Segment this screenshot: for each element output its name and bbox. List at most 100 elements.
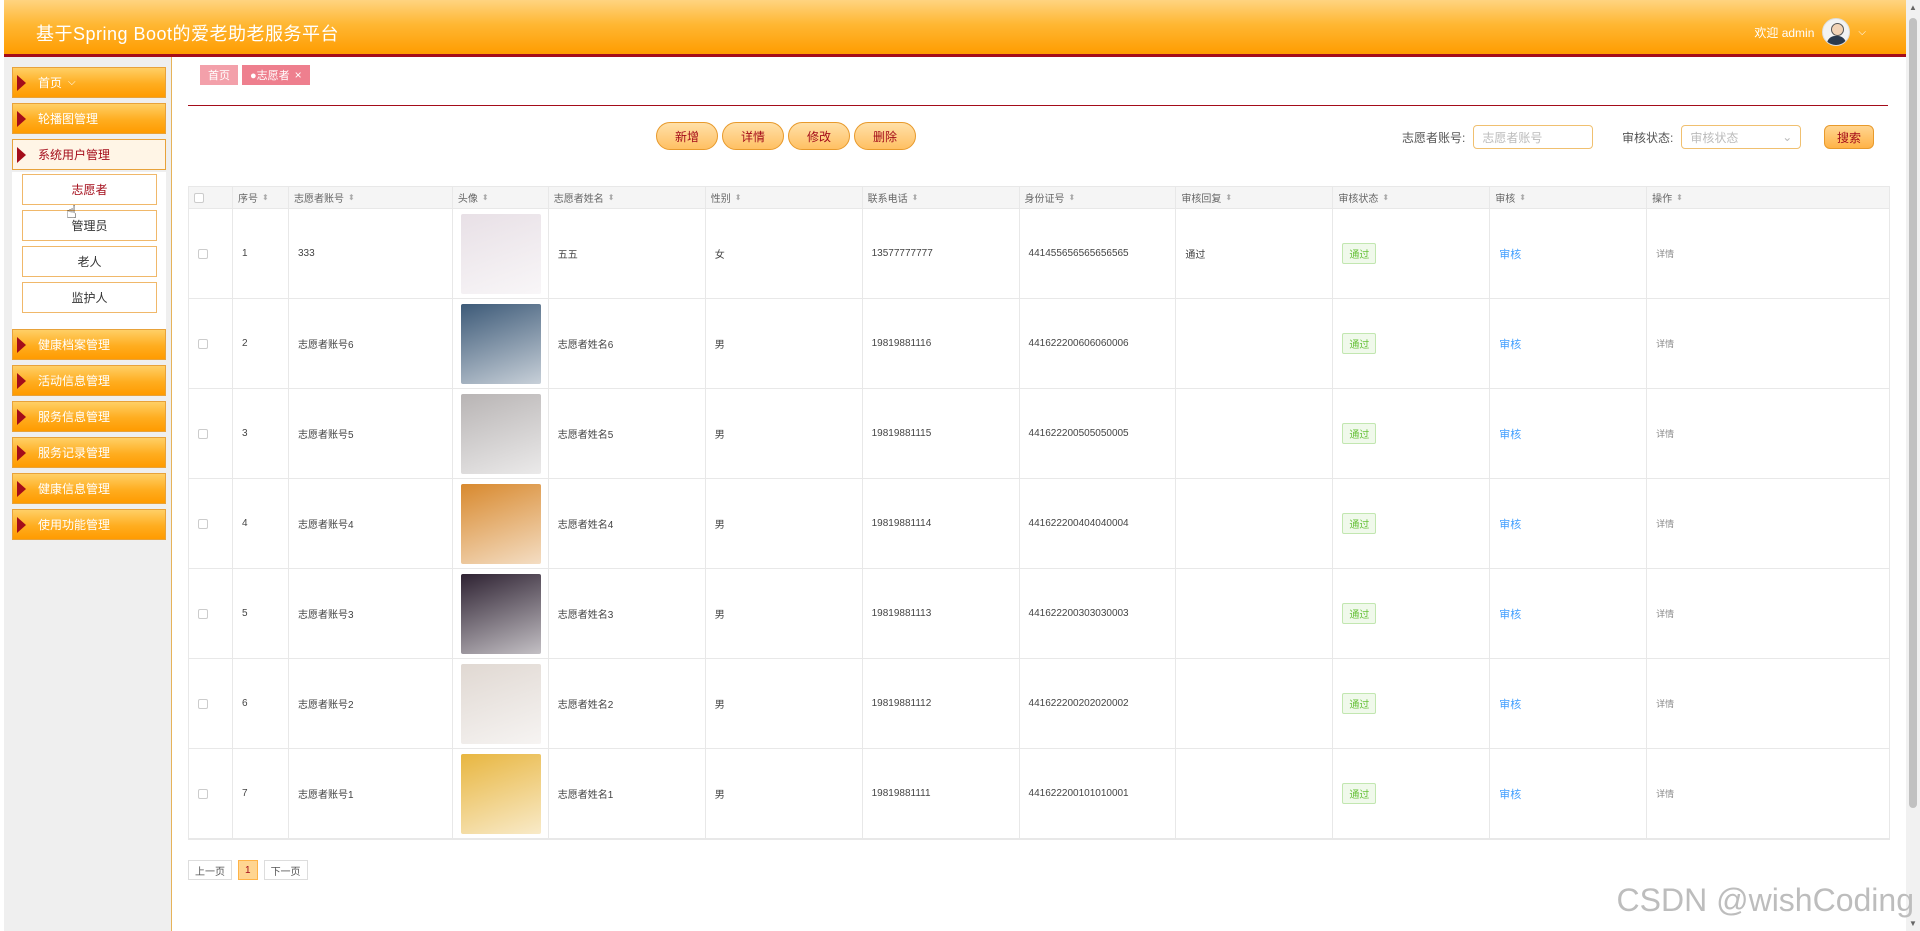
review-link[interactable]: 审核 [1499, 786, 1521, 802]
table-cell: 审核 [1490, 479, 1648, 568]
account-search-input[interactable]: 志愿者账号 [1473, 125, 1594, 149]
row-checkbox[interactable] [198, 608, 208, 619]
table-row[interactable]: 2 志愿者账号6 志愿者姓名6 男 19819881116 441622200606060… [189, 299, 1889, 389]
cell-text: 志愿者姓名2 [557, 700, 614, 711]
chevron-down-icon[interactable]: ⌵ [1858, 27, 1866, 38]
search-button[interactable]: 搜索 [1824, 125, 1874, 149]
review-link[interactable]: 审核 [1499, 426, 1521, 442]
cell-text: 男 [714, 610, 725, 621]
column-header[interactable]: 审核回复 ⬍ [1176, 187, 1334, 208]
vertical-scrollbar[interactable]: ▲ ▼ [1906, 0, 1920, 931]
status-badge: 通过 [1342, 333, 1377, 354]
submenu-item-guardian[interactable]: 监护人 [22, 282, 157, 313]
table-cell [189, 659, 233, 748]
table-cell: 441622200202020002 [1020, 659, 1177, 748]
scroll-down-icon[interactable]: ▼ [1909, 919, 1917, 928]
tab-home[interactable]: 首页 [200, 65, 238, 85]
add-button[interactable]: 新增 [656, 122, 718, 150]
sidebar-item-service-records[interactable]: 服务记录管理 [12, 437, 166, 468]
row-checkbox[interactable] [198, 788, 208, 799]
table-cell: 4 [233, 479, 289, 568]
sidebar-item-system-users[interactable]: 系统用户管理 [12, 139, 166, 170]
review-link[interactable]: 审核 [1499, 246, 1521, 262]
cell-text: 4 [241, 518, 248, 529]
submenu-item-volunteer[interactable]: 志愿者 [22, 174, 157, 205]
pagination: 上一页 1 下一页 [188, 860, 308, 880]
sidebar-item-health-records[interactable]: 健康档案管理 [12, 329, 166, 360]
mouse-cursor-icon: ☝ [66, 202, 77, 222]
column-header[interactable]: 志愿者账号 ⬍ [289, 187, 453, 208]
column-header[interactable]: 序号 ⬍ [233, 187, 289, 208]
avatar[interactable] [1822, 18, 1851, 46]
detail-button[interactable]: 详情 [722, 122, 784, 150]
avatar-image [460, 483, 541, 564]
table-cell: 男 [706, 749, 863, 838]
row-checkbox[interactable] [198, 338, 208, 349]
detail-link[interactable]: 详情 [1656, 697, 1674, 710]
column-header[interactable]: 身份证号 ⬍ [1020, 187, 1177, 208]
next-page-button[interactable]: 下一页 [263, 860, 308, 880]
sidebar-item-activities[interactable]: 活动信息管理 [12, 365, 166, 396]
sidebar-item-carousel[interactable]: 轮播图管理 [12, 103, 166, 134]
detail-link[interactable]: 详情 [1656, 787, 1674, 800]
status-select[interactable]: 审核状态 ⌄ [1681, 125, 1802, 149]
detail-link[interactable]: 详情 [1656, 337, 1674, 350]
row-checkbox[interactable] [198, 248, 208, 259]
submenu-item-elderly[interactable]: 老人 [22, 246, 157, 277]
table-cell: 441622200303030003 [1020, 569, 1177, 658]
table-cell: 志愿者姓名3 [549, 569, 706, 658]
page-number-button[interactable]: 1 [238, 860, 258, 880]
row-checkbox[interactable] [198, 518, 208, 529]
sort-icon: ⬍ [261, 193, 269, 202]
review-link[interactable]: 审核 [1499, 696, 1521, 712]
chevron-down-icon: ⌵ [68, 77, 76, 88]
tab-volunteer[interactable]: ●志愿者 × [242, 65, 310, 85]
cell-text: 男 [714, 340, 725, 351]
row-checkbox[interactable] [198, 428, 208, 439]
table-row[interactable]: 4 志愿者账号4 志愿者姓名4 男 19819881114 441622200404040… [189, 479, 1889, 569]
cell-text: 441622200202020002 [1028, 698, 1129, 709]
sidebar-item-health-info[interactable]: 健康信息管理 [12, 473, 166, 504]
table-row[interactable]: 6 志愿者账号2 志愿者姓名2 男 19819881112 441622200202020… [189, 659, 1889, 749]
prev-page-button[interactable]: 上一页 [188, 860, 232, 880]
table-row[interactable]: 7 志愿者账号1 志愿者姓名1 男 19819881111 441622200101010… [189, 749, 1889, 839]
table-cell: 审核 [1490, 299, 1648, 388]
review-link[interactable]: 审核 [1499, 336, 1521, 352]
cell-text: 19819881113 [871, 608, 932, 619]
column-header[interactable]: 志愿者姓名 ⬍ [549, 187, 706, 208]
cell-text: 志愿者姓名3 [557, 610, 614, 621]
table-row[interactable]: 5 志愿者账号3 志愿者姓名3 男 19819881113 441622200303030… [189, 569, 1889, 659]
review-link[interactable]: 审核 [1499, 516, 1521, 532]
detail-link[interactable]: 详情 [1656, 517, 1674, 530]
cell-text: 441622200101010001 [1028, 788, 1129, 799]
sidebar-item-services[interactable]: 服务信息管理 [12, 401, 166, 432]
close-icon[interactable]: × [295, 68, 302, 82]
scrollbar-thumb[interactable] [1909, 18, 1917, 808]
column-header[interactable]: 审核 ⬍ [1490, 187, 1648, 208]
submenu-item-admin[interactable]: 管理员 [22, 210, 157, 241]
select-all-checkbox[interactable] [194, 192, 204, 203]
table-cell [453, 569, 549, 658]
sort-icon: ⬍ [347, 193, 355, 202]
scroll-up-icon[interactable]: ▲ [1909, 3, 1917, 12]
table-row[interactable]: 3 志愿者账号5 志愿者姓名5 男 19819881115 441622200505050… [189, 389, 1889, 479]
column-header[interactable]: 审核状态 ⬍ [1333, 187, 1491, 208]
delete-button[interactable]: 删除 [854, 122, 916, 150]
review-link[interactable]: 审核 [1499, 606, 1521, 622]
edit-button[interactable]: 修改 [788, 122, 850, 150]
sidebar-item-functions[interactable]: 使用功能管理 [12, 509, 166, 540]
column-header[interactable]: 联系电话 ⬍ [863, 187, 1020, 208]
table-row[interactable]: 1 333 五五 女 13577777777 441455656565656565 通过 通过… [189, 209, 1889, 299]
detail-link[interactable]: 详情 [1656, 427, 1674, 440]
column-header[interactable]: 操作 ⬍ [1647, 187, 1889, 208]
user-menu[interactable]: 欢迎 admin ⌵ [1754, 18, 1866, 46]
tab-label: ●志愿者 [250, 70, 290, 82]
detail-link[interactable]: 详情 [1656, 607, 1674, 620]
cell-text: 19819881112 [871, 698, 932, 709]
column-header[interactable]: 头像 ⬍ [453, 187, 549, 208]
row-checkbox[interactable] [198, 698, 208, 709]
sidebar-item-home[interactable]: 首页 ⌵ [12, 67, 166, 98]
column-header[interactable]: 性别 ⬍ [706, 187, 863, 208]
triangle-icon [17, 146, 26, 163]
detail-link[interactable]: 详情 [1656, 247, 1674, 260]
